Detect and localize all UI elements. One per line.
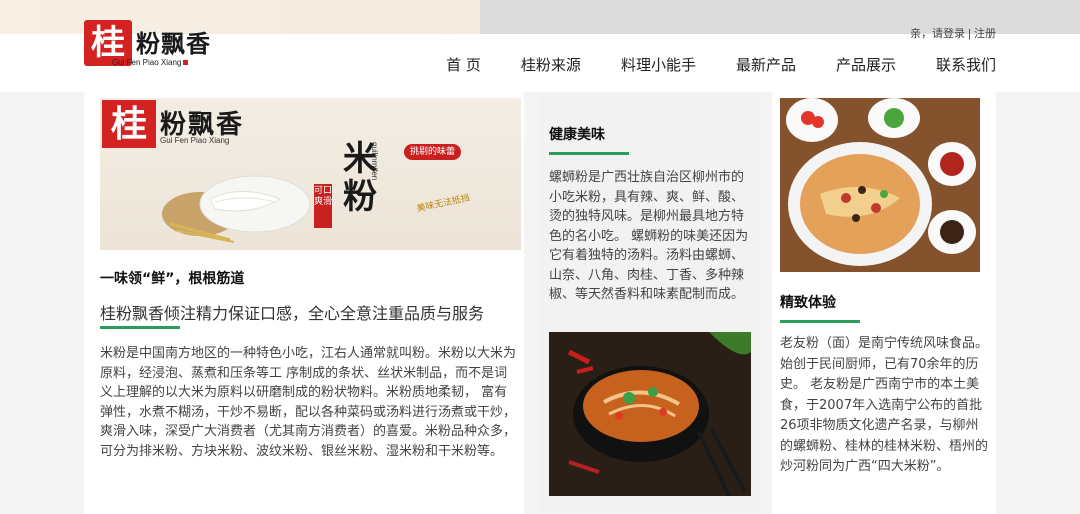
- nav-item-home[interactable]: 首 页: [446, 54, 481, 75]
- site-logo[interactable]: 桂 粉飘香 Gui Fen Piao Xiang: [84, 20, 234, 70]
- luosifen-bowl-image: [549, 332, 751, 496]
- right-body-text: 老友粉（面）是南宁传统风味食品。始创于民间厨师，已有70余年的历史。 老友粉是广…: [780, 336, 989, 474]
- banner-slogan: 美味无法抵挡: [415, 193, 471, 215]
- nav-item-contact[interactable]: 联系我们: [936, 54, 996, 75]
- nav-item-source[interactable]: 桂粉来源: [521, 54, 581, 75]
- nav-item-new-products[interactable]: 最新产品: [736, 54, 796, 75]
- logo-name: 粉飘香: [136, 29, 211, 58]
- middle-heading: 健康美味: [549, 127, 605, 143]
- banner-tag: 挑剔的味蕾: [404, 144, 462, 160]
- middle-heading-underline: [549, 152, 629, 155]
- rice-noodle-banner-image: 桂 粉飘香 Gui Fen Piao Xiang 米粉 可口爽滑 guilinm…: [100, 98, 521, 250]
- left-heading: 一味领“鲜”，根根筋道: [100, 271, 245, 287]
- banner-vertical-pinyin: guilinmifen: [370, 142, 379, 181]
- banner-logo-seal-icon: 桂: [102, 100, 156, 148]
- luosifen-bowl-icon: [549, 332, 751, 496]
- left-heading-underline: [100, 326, 180, 329]
- noodle-plate-icon: [162, 175, 310, 243]
- right-column: 精致体验 老友粉（面）是南宁传统风味食品。始创于民间厨师，已有70余年的历史。 …: [772, 92, 996, 514]
- login-separator: |: [968, 28, 971, 40]
- top-banner-left: [0, 0, 480, 34]
- main-nav: 首 页 桂粉来源 料理小能手 最新产品 产品展示 联系我们: [446, 54, 996, 75]
- banner-big-text: 米粉: [343, 139, 377, 217]
- right-heading: 精致体验: [780, 295, 836, 311]
- laoyoufen-dish-image: [780, 98, 980, 272]
- logo-pinyin: Gui Fen Piao Xiang: [112, 58, 189, 67]
- left-body-text: 米粉是中国南方地区的一种特色小吃，江右人通常就叫粉。米粉以大米为原料，经浸泡、蒸…: [100, 346, 517, 459]
- nav-item-product-showcase[interactable]: 产品展示: [836, 54, 896, 75]
- nav-item-cooking[interactable]: 料理小能手: [621, 54, 696, 75]
- login-link[interactable]: 亲，请登录: [910, 28, 965, 40]
- left-subheading: 桂粉飘香倾注精力保证口感，全心全意注重品质与服务: [100, 304, 485, 323]
- login-links: 亲，请登录 | 注册: [910, 25, 996, 41]
- middle-body-text: 螺蛳粉是广西壮族自治区柳州市的小吃米粉，具有辣、爽、鲜、酸、烫的独特风味。是柳州…: [549, 170, 749, 302]
- laoyoufen-dish-icon: [780, 98, 980, 272]
- right-heading-underline: [780, 320, 860, 323]
- banner-stamp: 可口爽滑: [314, 184, 332, 228]
- register-link[interactable]: 注册: [974, 28, 996, 40]
- banner-pinyin: Gui Fen Piao Xiang: [160, 136, 230, 145]
- left-column: 桂 粉飘香 Gui Fen Piao Xiang 米粉 可口爽滑 guilinm…: [84, 92, 524, 514]
- middle-column: 健康美味 螺蛳粉是广西壮族自治区柳州市的小吃米粉，具有辣、爽、鲜、酸、烫的独特风…: [539, 98, 761, 512]
